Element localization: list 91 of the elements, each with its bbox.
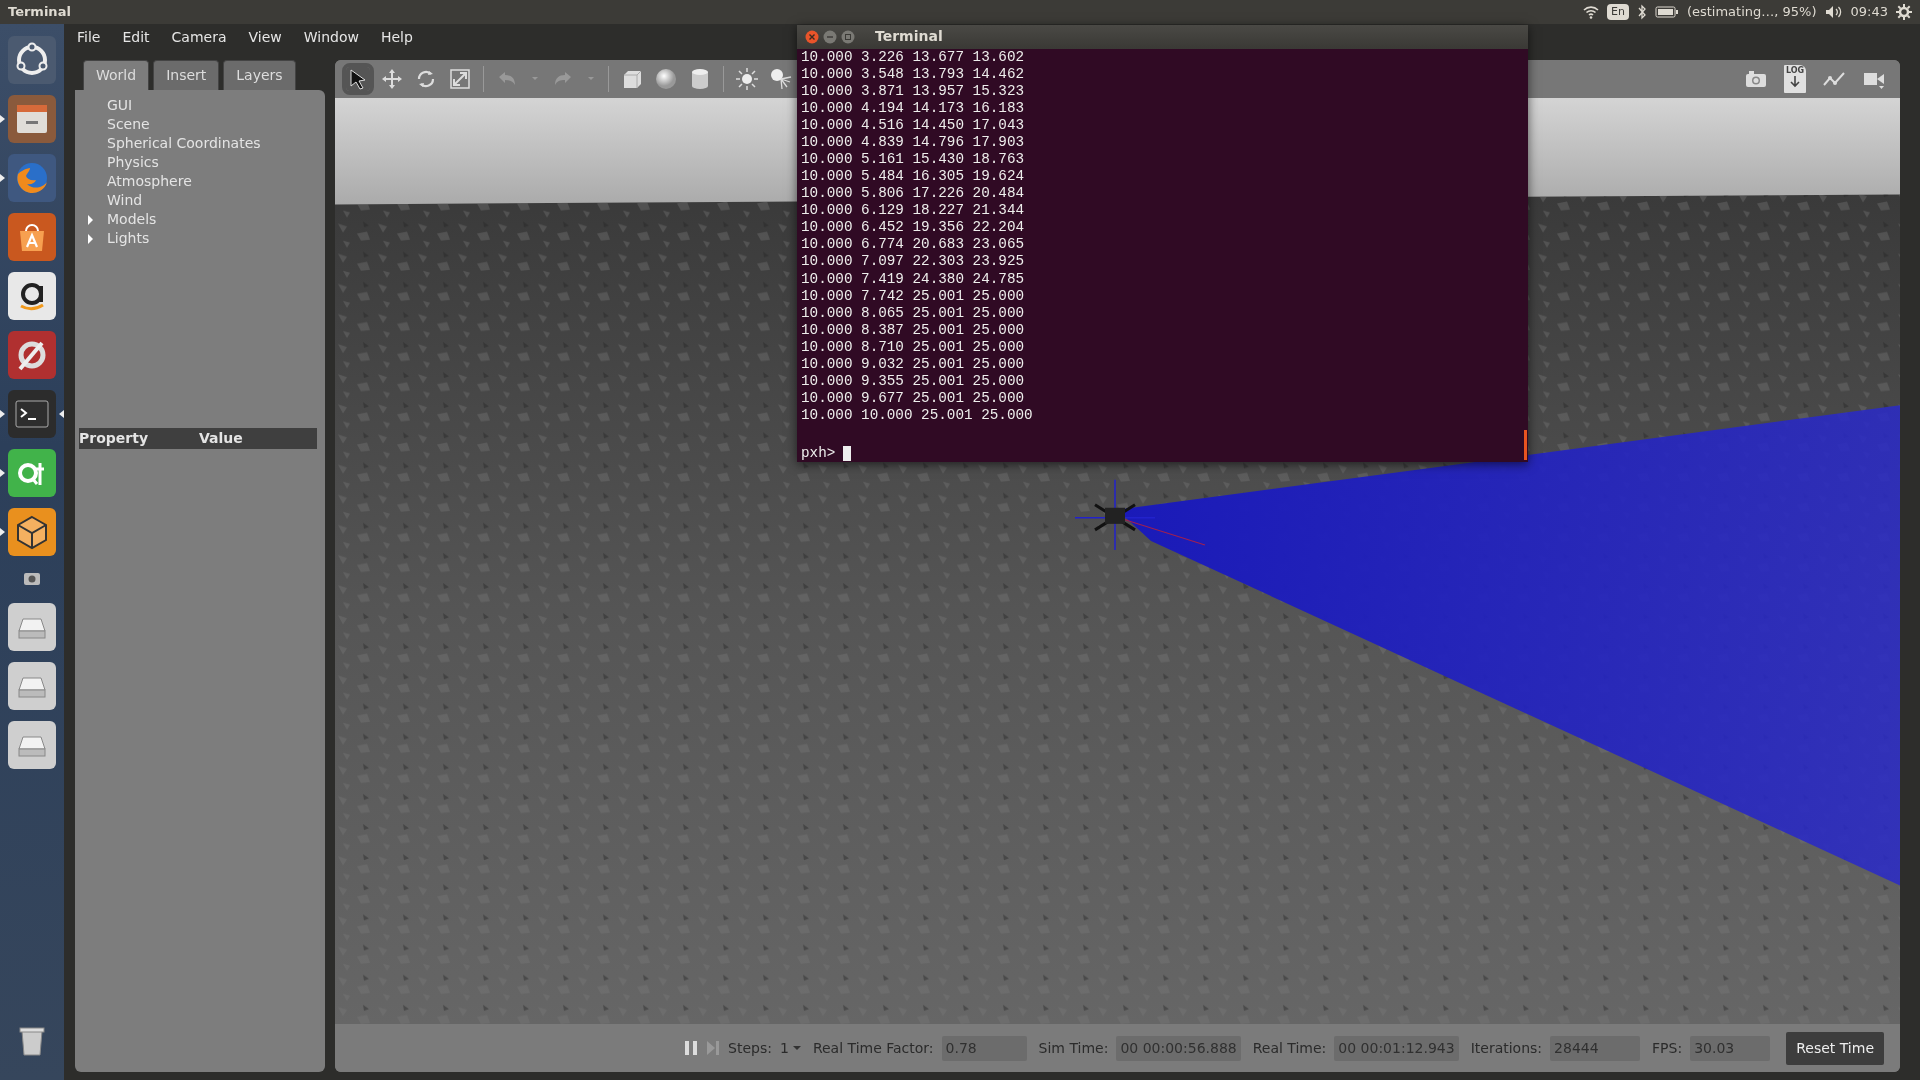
terminal-output-line: 10.000 9.032 25.001 25.000 xyxy=(801,355,1026,373)
readout-field: 28444 xyxy=(1550,1035,1641,1061)
window-title: Terminal xyxy=(8,3,71,22)
terminal-output-line: 10.000 8.065 25.001 25.000 xyxy=(801,304,1026,322)
menu-item[interactable]: Window xyxy=(303,26,359,48)
terminal-output-line: 10.000 10.000 25.001 25.000 xyxy=(801,406,1034,424)
column-header: Property xyxy=(79,429,150,448)
terminal-output-line: 10.000 4.839 14.796 17.903 xyxy=(801,134,1026,152)
pause-icon[interactable] xyxy=(684,1040,699,1056)
tree-item[interactable]: GUI xyxy=(107,96,133,115)
terminal-icon[interactable] xyxy=(8,389,56,438)
collapsed-arrow-icon[interactable] xyxy=(87,233,94,244)
tree-item[interactable]: Atmosphere xyxy=(107,172,192,191)
maximize-icon[interactable] xyxy=(841,29,855,44)
readout-field: 00 00:00:56.888 xyxy=(1116,1035,1241,1061)
cube-icon[interactable] xyxy=(8,507,56,556)
terminal-output-line: 10.000 7.419 24.380 24.785 xyxy=(801,270,1026,288)
tree-item[interactable]: Lights xyxy=(107,229,150,248)
window-title: Terminal xyxy=(875,27,943,47)
drive-icon[interactable] xyxy=(8,602,56,651)
tree-item[interactable]: Scene xyxy=(107,115,150,134)
terminal-output-line: 10.000 7.097 22.303 23.925 xyxy=(801,253,1026,271)
column-header: Value xyxy=(199,429,243,448)
spot-light-icon[interactable] xyxy=(769,67,793,91)
close-icon[interactable] xyxy=(805,29,819,44)
terminal-output-line: 10.000 3.226 13.677 13.602 xyxy=(801,48,1026,66)
clock[interactable]: 09:43 xyxy=(1850,2,1888,22)
keyboard-layout-indicator[interactable]: En xyxy=(1607,3,1629,21)
terminal-output-line: 10.000 4.194 14.173 16.183 xyxy=(801,100,1026,118)
terminal-prompt: pxh> xyxy=(801,444,836,462)
panel-tab[interactable]: World xyxy=(83,60,150,90)
drive-icon[interactable] xyxy=(8,720,56,769)
terminal-output-line: 10.000 3.871 13.957 15.323 xyxy=(801,83,1026,101)
download-arrow-icon xyxy=(1790,76,1800,88)
wifi-icon[interactable] xyxy=(1583,5,1599,19)
terminal-output-line: 10.000 4.516 14.450 17.043 xyxy=(801,117,1026,135)
move-arrows-icon[interactable] xyxy=(380,67,404,91)
readout-field: 0.78 xyxy=(941,1035,1027,1061)
terminal-output-line: 10.000 3.548 13.793 14.462 xyxy=(801,65,1026,83)
volume-icon[interactable] xyxy=(1824,5,1843,19)
battery-status[interactable]: (estimating…, 95%) xyxy=(1686,2,1817,22)
menu-item[interactable]: File xyxy=(77,26,101,48)
field-label: Real Time Factor: xyxy=(812,1038,934,1058)
terminal-output-line: 10.000 5.806 17.226 20.484 xyxy=(801,185,1026,203)
terminal-output-line: 10.000 9.355 25.001 25.000 xyxy=(801,372,1026,390)
sun-light-icon[interactable] xyxy=(735,67,759,91)
tree-item[interactable]: Spherical Coordinates xyxy=(107,134,261,153)
drive-icon[interactable] xyxy=(8,661,56,710)
field-label: Real Time: xyxy=(1252,1038,1327,1058)
steps-spinbox[interactable]: 1 xyxy=(779,1037,801,1059)
field-label: Sim Time: xyxy=(1038,1038,1109,1058)
scrollbar-thumb[interactable] xyxy=(1524,430,1527,460)
settings-icon[interactable] xyxy=(1896,4,1912,20)
file-cabinet-icon[interactable] xyxy=(8,94,56,143)
terminal-output-line: 10.000 5.484 16.305 19.624 xyxy=(801,168,1026,186)
menu-item[interactable]: Help xyxy=(380,26,413,48)
terminal-output-line: 10.000 6.452 19.356 22.204 xyxy=(801,219,1026,237)
terminal-output-line: 10.000 7.742 25.001 25.000 xyxy=(801,287,1026,305)
globe-icon[interactable] xyxy=(8,153,56,202)
log-download-button[interactable]: LOG xyxy=(1784,65,1806,93)
menu-item[interactable]: View xyxy=(248,26,282,48)
text-cursor xyxy=(843,445,852,461)
sphere-icon[interactable] xyxy=(654,67,678,91)
terminal-output-line: 10.000 6.129 18.227 21.344 xyxy=(801,202,1026,220)
readout-field: 00 00:01:12.943 xyxy=(1334,1035,1459,1061)
terminal-output-line: 10.000 8.710 25.001 25.000 xyxy=(801,338,1026,356)
readout-field: 30.03 xyxy=(1690,1035,1771,1061)
field-label: FPS: xyxy=(1652,1038,1683,1058)
steps-label: Steps: xyxy=(728,1038,772,1058)
collapsed-arrow-icon[interactable] xyxy=(87,214,94,225)
battery-icon[interactable] xyxy=(1654,6,1679,18)
shopping-bag-icon[interactable] xyxy=(8,212,56,261)
menu-item[interactable]: Edit xyxy=(122,26,150,48)
caret-icon xyxy=(792,1045,801,1051)
minimize-icon[interactable] xyxy=(823,29,837,44)
circle-logo-icon[interactable] xyxy=(8,35,56,84)
tree-item[interactable]: Wind xyxy=(107,191,143,210)
bluetooth-icon[interactable] xyxy=(1636,4,1647,20)
field-label: Iterations: xyxy=(1470,1038,1543,1058)
reset-time-button[interactable]: Reset Time xyxy=(1786,1031,1884,1065)
terminal-output-line: 10.000 8.387 25.001 25.000 xyxy=(801,321,1026,339)
tree-item[interactable]: Models xyxy=(107,210,157,229)
terminal-output-line: 10.000 6.774 20.683 23.065 xyxy=(801,236,1026,254)
terminal-output-line: 10.000 5.161 15.430 18.763 xyxy=(801,151,1026,169)
app-tile-icon[interactable] xyxy=(8,448,56,497)
tree-item[interactable]: Physics xyxy=(107,153,159,172)
menu-item[interactable]: Camera xyxy=(171,26,227,48)
panel-tab[interactable]: Layers xyxy=(223,60,296,90)
terminal-output-line: 10.000 9.677 25.001 25.000 xyxy=(801,389,1026,407)
panel-tab[interactable]: Insert xyxy=(153,60,220,90)
scale-arrows-icon[interactable] xyxy=(448,67,472,91)
